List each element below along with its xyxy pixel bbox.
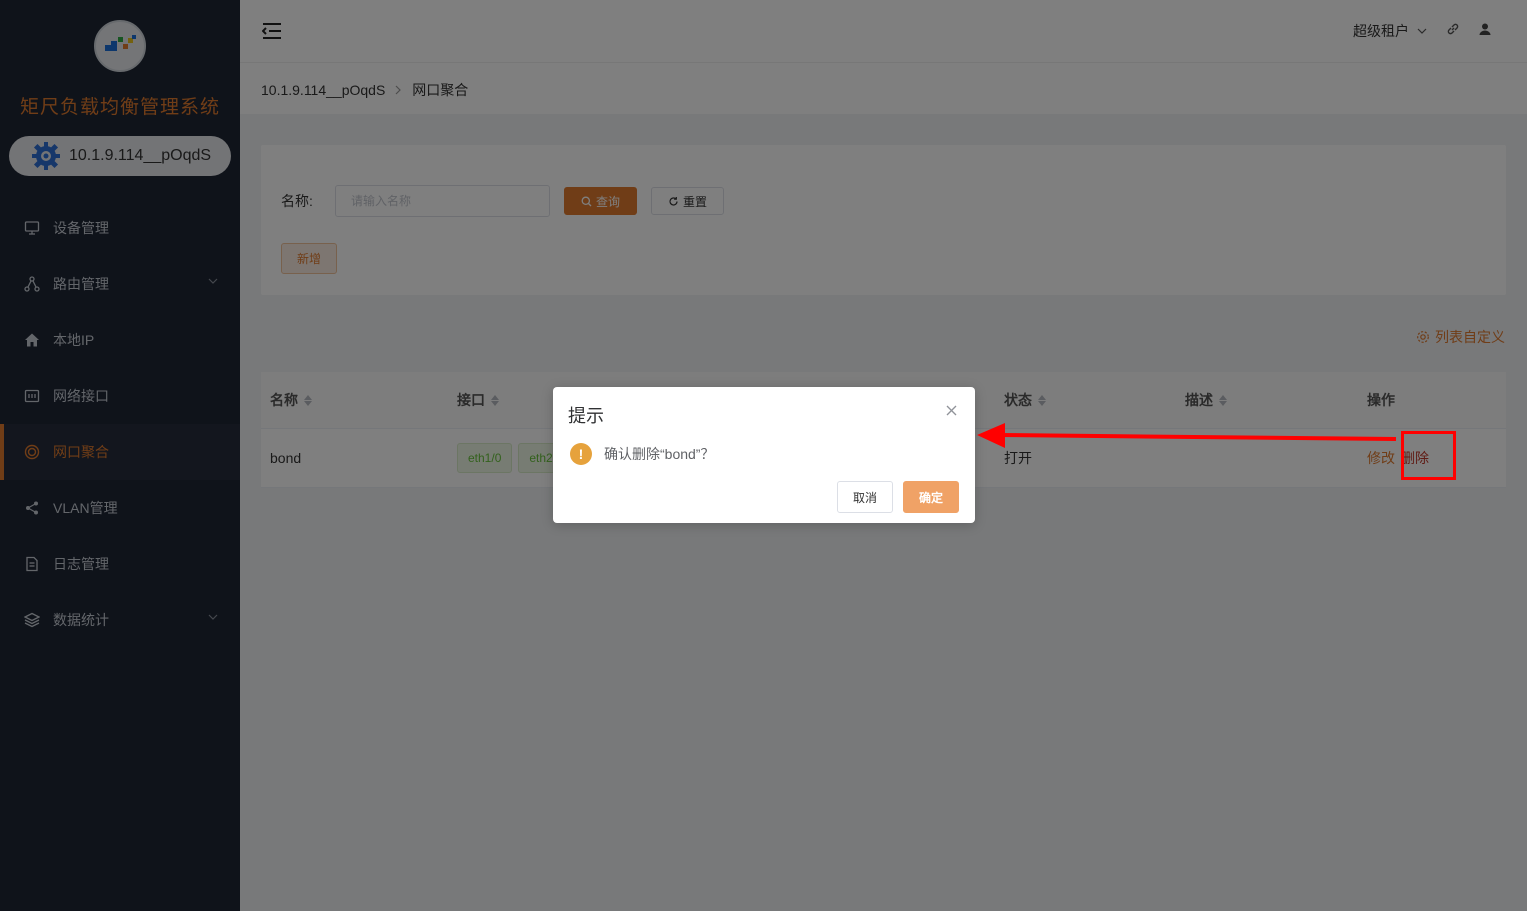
annotation-arrow-icon (977, 423, 1397, 448)
delete-confirm-dialog: 提示 ! 确认删除“bond”？ 取消 确定 (553, 387, 975, 523)
warning-icon: ! (570, 443, 592, 465)
dialog-message: 确认删除“bond”？ (604, 446, 715, 462)
annotation-highlight-box (1401, 431, 1456, 480)
confirm-button[interactable]: 确定 (903, 481, 959, 513)
cancel-button[interactable]: 取消 (837, 481, 893, 513)
dialog-message-row: ! 确认删除“bond”？ (570, 443, 714, 465)
close-icon[interactable] (946, 405, 957, 416)
dialog-title: 提示 (568, 406, 604, 426)
